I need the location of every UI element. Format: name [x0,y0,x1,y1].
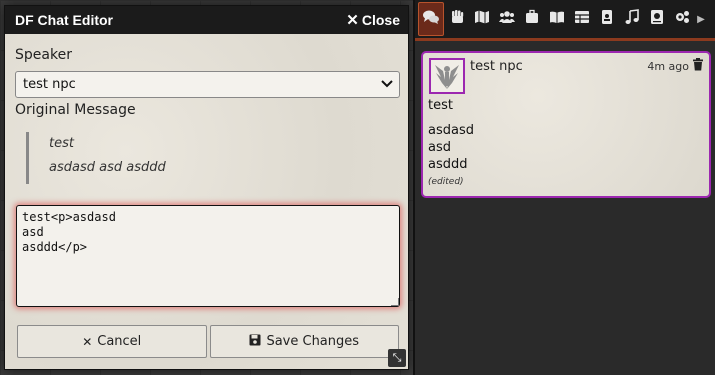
tabs-more-arrow[interactable]: ▶ [694,3,708,35]
cancel-button[interactable]: ✕ Cancel [17,325,207,358]
playlists-tab[interactable] [619,3,644,35]
avatar[interactable] [429,58,465,94]
original-message-line: asdasd asd asddd [49,160,166,175]
cards-tab[interactable] [594,3,619,35]
original-message-line: test [49,136,74,151]
save-icon [249,334,261,349]
scenes-tab[interactable] [469,3,494,35]
actors-tab[interactable] [494,3,519,35]
edited-flag: (edited) [428,177,464,187]
original-message-quote: test asdasd asd asddd [26,132,398,184]
sidebar: ▶ test npc 4m ago test asdasd asd asddd … [413,0,715,375]
fist-icon [449,9,465,29]
items-tab[interactable] [519,3,544,35]
cogs-icon [674,9,690,29]
close-label: Close [361,12,400,28]
trash-icon[interactable] [692,58,704,71]
message-content-line: test [428,98,453,113]
dialog-title: DF Chat Editor [15,12,113,28]
message-content-line: asd [428,140,451,155]
message-timestamp: 4m ago [647,60,689,73]
speaker-label: Speaker [15,47,72,63]
table-icon [574,9,590,29]
users-icon [498,9,515,29]
original-message-label: Original Message [15,102,136,118]
atlas-icon [649,9,665,29]
sidebar-tabs: ▶ [415,0,715,41]
message-content-line: asddd [428,157,468,172]
dialog-header[interactable]: DF Chat Editor ✕ Close [5,6,408,34]
close-icon: ✕ [82,334,93,349]
tables-tab[interactable] [569,3,594,35]
map-icon [474,9,490,29]
chat-message: test npc 4m ago test asdasd asd asddd (e… [421,51,711,198]
dialog-button-row: ✕ Cancel Save Changes [17,325,399,358]
npc-portrait-icon [435,65,459,89]
chat-icon [423,9,439,29]
textarea-resize-handle[interactable] [391,298,399,306]
close-icon: ✕ [346,12,359,29]
book-open-icon [549,9,565,29]
save-label: Save Changes [266,334,360,349]
message-speaker: test npc [470,59,523,74]
chat-tab[interactable] [418,2,444,36]
compendium-tab[interactable] [644,3,669,35]
message-content-block: asdasd asd asddd [428,122,474,173]
save-changes-button[interactable]: Save Changes [209,325,399,358]
dialog-resize-icon[interactable]: ⤡ [388,349,406,367]
settings-tab[interactable] [669,3,694,35]
journal-tab[interactable] [544,3,569,35]
message-editor-textarea[interactable]: test<p>asdasd asd asddd</p> [16,205,400,307]
speaker-select[interactable]: test npc [15,71,400,98]
combat-tab[interactable] [444,3,469,35]
message-content-line: asdasd [428,123,474,138]
cancel-label: Cancel [97,334,142,349]
chevron-down-icon [381,78,393,91]
id-badge-icon [599,9,615,29]
speaker-select-value: test npc [23,77,76,92]
close-button[interactable]: ✕ Close [346,11,400,29]
suitcase-icon [524,9,540,29]
music-icon [624,9,640,29]
chat-editor-dialog: DF Chat Editor ✕ Close Speaker test npc … [4,5,409,370]
